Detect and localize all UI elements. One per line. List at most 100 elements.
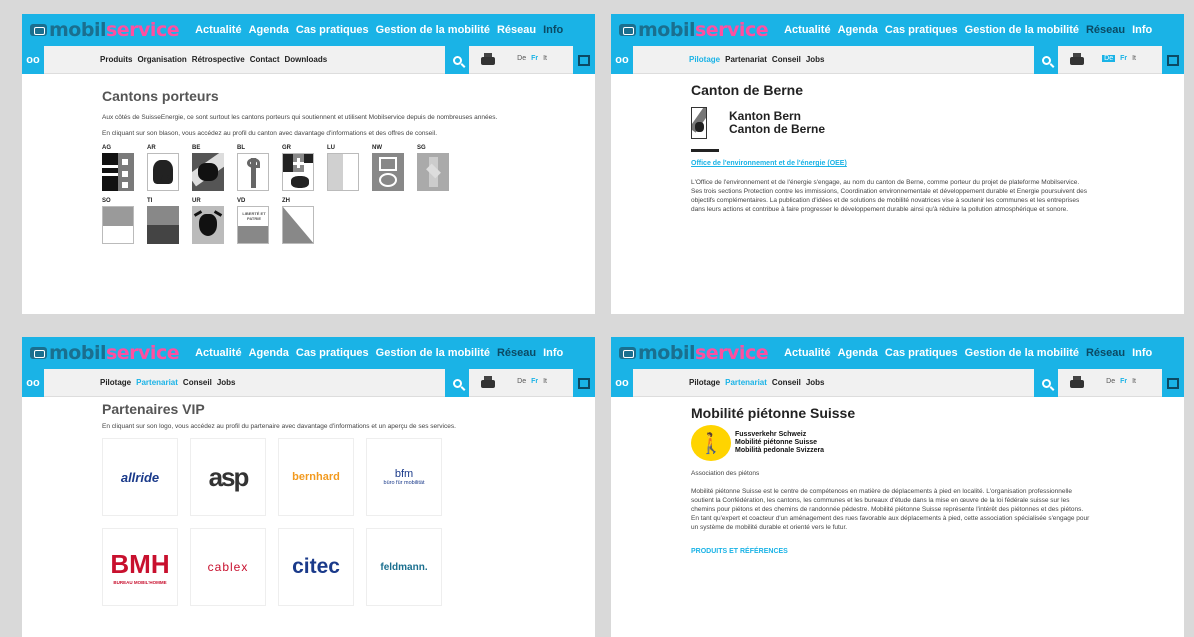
mobilservice-logo[interactable]: mobil service <box>619 19 769 41</box>
subnav-partenariat[interactable]: Partenariat <box>725 378 767 387</box>
binoculars-icon[interactable]: oo <box>22 369 44 397</box>
mobilservice-logo[interactable]: mobil service <box>30 342 180 364</box>
canton-zh[interactable]: ZH <box>282 198 314 244</box>
partner-asp[interactable]: asp <box>190 438 266 516</box>
main-nav: Actualité Agenda Cas pratiques Gestion d… <box>784 24 1152 36</box>
mobilite-pietonne-logo[interactable]: 🚶 Fussverkehr Schweiz Mobilité piétonne … <box>691 425 1184 461</box>
subnav-jobs[interactable]: Jobs <box>217 378 236 387</box>
search-button[interactable] <box>1034 369 1058 397</box>
menu-panel-icon[interactable] <box>573 369 595 397</box>
nav-gestion-mobilite[interactable]: Gestion de la mobilité <box>376 24 490 36</box>
menu-panel-icon[interactable] <box>1162 46 1184 74</box>
binoculars-icon[interactable]: oo <box>22 46 44 74</box>
print-icon[interactable] <box>1070 53 1084 67</box>
print-icon[interactable] <box>481 376 495 390</box>
nav-cas-pratiques[interactable]: Cas pratiques <box>885 24 958 36</box>
lang-de[interactable]: De <box>1106 378 1115 385</box>
lang-de[interactable]: De <box>517 55 526 62</box>
subnav-organisation[interactable]: Organisation <box>137 55 186 64</box>
canton-bl[interactable]: BL <box>237 145 269 191</box>
partner-feldmann[interactable]: feldmann. <box>366 528 442 606</box>
nav-agenda[interactable]: Agenda <box>838 24 878 36</box>
lang-de[interactable]: De <box>1102 55 1116 62</box>
nav-cas-pratiques[interactable]: Cas pratiques <box>885 347 958 359</box>
nav-info[interactable]: Info <box>1132 347 1152 359</box>
binoculars-icon[interactable]: oo <box>611 46 633 74</box>
subnav-jobs[interactable]: Jobs <box>806 55 825 64</box>
partner-bernhard[interactable]: bernhard <box>278 438 354 516</box>
lang-it[interactable]: It <box>1132 55 1136 62</box>
search-button[interactable] <box>445 369 469 397</box>
lang-it[interactable]: It <box>543 378 547 385</box>
canton-ag[interactable]: AG <box>102 145 134 191</box>
canton-vd[interactable]: VD LIBERTÉ ET PATRIE <box>237 198 269 244</box>
menu-panel-icon[interactable] <box>1162 369 1184 397</box>
nav-gestion-mobilite[interactable]: Gestion de la mobilité <box>376 347 490 359</box>
lang-it[interactable]: It <box>543 55 547 62</box>
subnav-pilotage[interactable]: Pilotage <box>689 378 720 387</box>
subnav-partenariat[interactable]: Partenariat <box>136 378 178 387</box>
canton-ti[interactable]: TI <box>147 198 179 244</box>
nav-actualite[interactable]: Actualité <box>784 24 830 36</box>
produits-references-link[interactable]: PRODUITS ET RÉFÉRENCES <box>691 548 1184 555</box>
partner-cablex[interactable]: cablex <box>190 528 266 606</box>
subnav-retrospective[interactable]: Rétrospective <box>192 55 245 64</box>
nav-agenda[interactable]: Agenda <box>249 24 289 36</box>
nav-info[interactable]: Info <box>1132 24 1152 36</box>
nav-info[interactable]: Info <box>543 24 563 36</box>
subnav-conseil[interactable]: Conseil <box>772 55 801 64</box>
canton-so[interactable]: SO <box>102 198 134 244</box>
nav-reseau[interactable]: Réseau <box>1086 347 1125 359</box>
nav-info[interactable]: Info <box>543 347 563 359</box>
subnav-pilotage[interactable]: Pilotage <box>689 55 720 64</box>
subnav-pilotage[interactable]: Pilotage <box>100 378 131 387</box>
partner-allride[interactable]: allride <box>102 438 178 516</box>
print-icon[interactable] <box>1070 376 1084 390</box>
subnav-jobs[interactable]: Jobs <box>806 378 825 387</box>
canton-ur[interactable]: UR <box>192 198 224 244</box>
panel-mobilite-pietonne: mobil service Actualité Agenda Cas pratiq… <box>611 337 1184 637</box>
nav-reseau[interactable]: Réseau <box>1086 24 1125 36</box>
subnav-conseil[interactable]: Conseil <box>183 378 212 387</box>
canton-sg[interactable]: SG <box>417 145 449 191</box>
oee-link[interactable]: Office de l'environnement et de l'énergi… <box>691 160 1184 167</box>
mobilservice-logo[interactable]: mobil service <box>30 19 180 41</box>
nav-actualite[interactable]: Actualité <box>195 24 241 36</box>
subnav-produits[interactable]: Produits <box>100 55 132 64</box>
lang-it[interactable]: It <box>1132 378 1136 385</box>
nav-reseau[interactable]: Réseau <box>497 24 536 36</box>
subnav-conseil[interactable]: Conseil <box>772 378 801 387</box>
nav-cas-pratiques[interactable]: Cas pratiques <box>296 347 369 359</box>
mobilservice-logo[interactable]: mobil service <box>619 342 769 364</box>
partner-bfm[interactable]: bfm büro für mobilität <box>366 438 442 516</box>
canton-gr[interactable]: GR <box>282 145 314 191</box>
lang-de[interactable]: De <box>517 378 526 385</box>
print-icon[interactable] <box>481 53 495 67</box>
nav-gestion-mobilite[interactable]: Gestion de la mobilité <box>965 347 1079 359</box>
binoculars-icon[interactable]: oo <box>611 369 633 397</box>
nav-actualite[interactable]: Actualité <box>784 347 830 359</box>
canton-ar[interactable]: AR VR <box>147 145 179 191</box>
nav-agenda[interactable]: Agenda <box>838 347 878 359</box>
nav-gestion-mobilite[interactable]: Gestion de la mobilité <box>965 24 1079 36</box>
lang-fr[interactable]: Fr <box>531 378 538 385</box>
canton-nw[interactable]: NW <box>372 145 404 191</box>
nav-cas-pratiques[interactable]: Cas pratiques <box>296 24 369 36</box>
subnav-contact[interactable]: Contact <box>250 55 280 64</box>
lang-fr[interactable]: Fr <box>531 55 538 62</box>
partner-citec[interactable]: citec <box>278 528 354 606</box>
canton-lu[interactable]: LU <box>327 145 359 191</box>
subnav-partenariat[interactable]: Partenariat <box>725 55 767 64</box>
nav-reseau[interactable]: Réseau <box>497 347 536 359</box>
logo-mark-icon <box>30 24 47 36</box>
search-button[interactable] <box>445 46 469 74</box>
canton-be[interactable]: BE <box>192 145 224 191</box>
nav-actualite[interactable]: Actualité <box>195 347 241 359</box>
subnav-downloads[interactable]: Downloads <box>285 55 328 64</box>
search-button[interactable] <box>1034 46 1058 74</box>
lang-fr[interactable]: Fr <box>1120 55 1127 62</box>
nav-agenda[interactable]: Agenda <box>249 347 289 359</box>
partner-bmh[interactable]: BMH BUREAU MOBIL'HOMME <box>102 528 178 606</box>
menu-panel-icon[interactable] <box>573 46 595 74</box>
lang-fr[interactable]: Fr <box>1120 378 1127 385</box>
